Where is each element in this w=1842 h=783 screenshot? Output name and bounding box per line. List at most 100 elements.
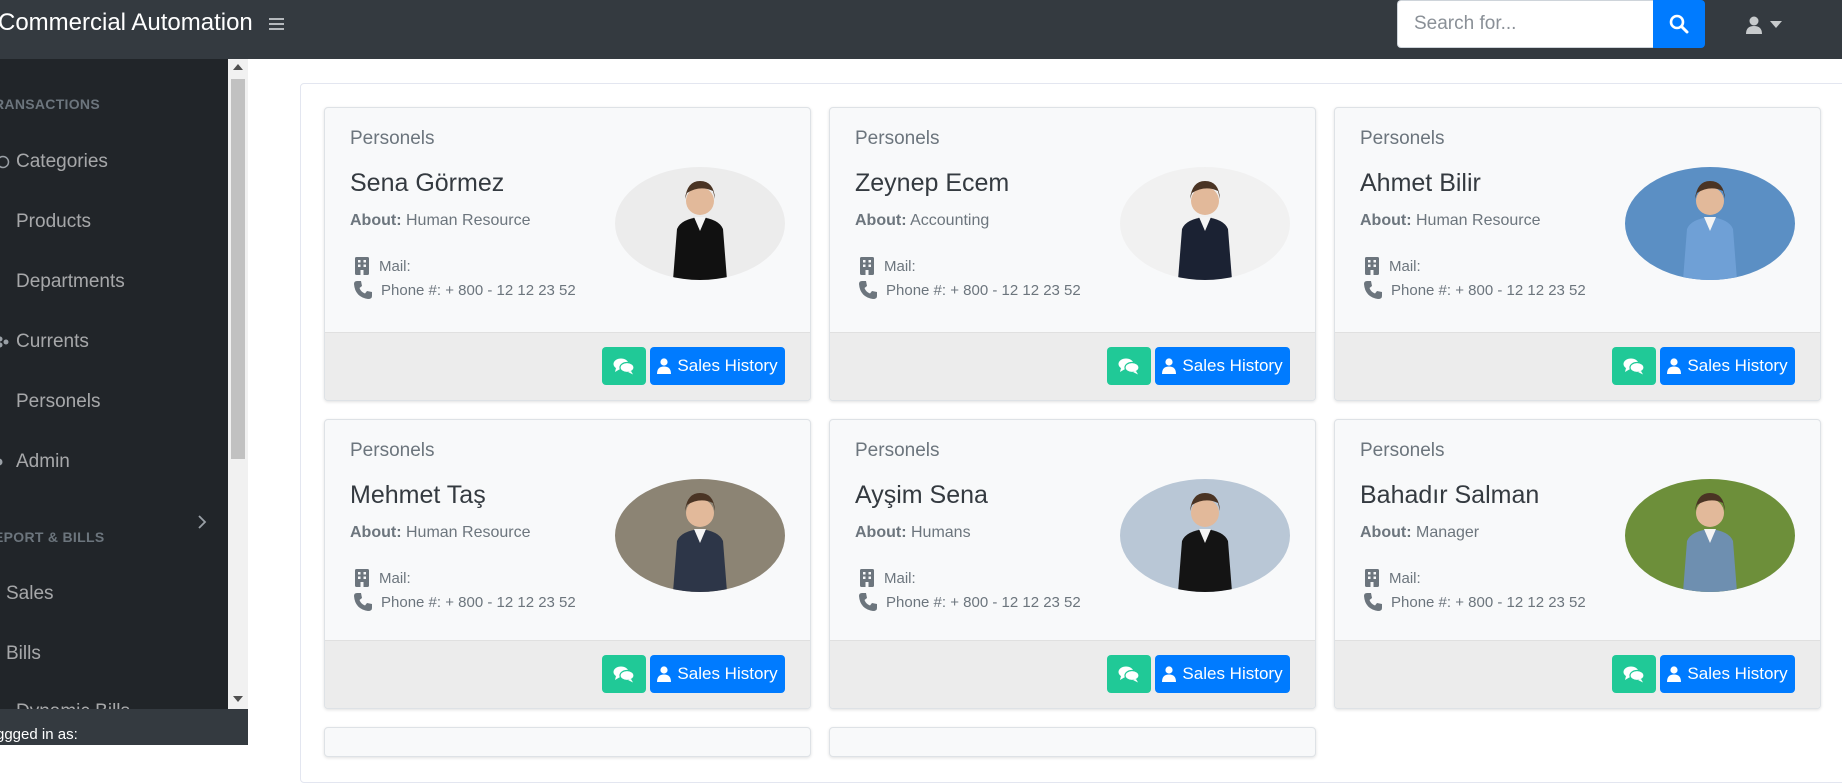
message-button[interactable] bbox=[602, 347, 646, 385]
sales-history-button[interactable]: Sales History bbox=[650, 347, 785, 385]
sidebar-menu: RANSACTIONS Categories Products Departme… bbox=[0, 59, 228, 709]
card-footer: Sales History bbox=[830, 640, 1315, 708]
sidebar-item-categories[interactable]: Categories bbox=[0, 147, 108, 177]
scroll-up-arrow-icon[interactable] bbox=[233, 64, 243, 70]
personel-card: Personels Bahadır Salman About: Manager … bbox=[1334, 419, 1821, 709]
personel-mail: Mail: bbox=[858, 256, 916, 276]
building-icon bbox=[860, 257, 874, 275]
phone-icon bbox=[1364, 281, 1382, 299]
personel-card: Personels Mehmet Taş About: Human Resour… bbox=[324, 419, 811, 709]
personel-card bbox=[324, 727, 811, 757]
building-icon bbox=[355, 257, 369, 275]
card-footer: Sales History bbox=[325, 332, 810, 400]
message-button[interactable] bbox=[1107, 655, 1151, 693]
card-section-label: Personels bbox=[855, 440, 940, 461]
building-icon bbox=[1365, 257, 1379, 275]
personel-about: About: Human Resource bbox=[350, 524, 531, 541]
sidebar-item-bills[interactable]: Bills bbox=[0, 639, 41, 669]
phone-icon bbox=[1364, 593, 1382, 611]
sidebar-item-label: Admin bbox=[16, 451, 70, 472]
personel-mail: Mail: bbox=[858, 568, 916, 588]
sidebar-item-label: Products bbox=[16, 211, 91, 232]
building-icon bbox=[1365, 569, 1379, 587]
personel-photo bbox=[615, 479, 785, 592]
user-icon bbox=[1746, 16, 1762, 34]
user-dropdown[interactable] bbox=[1744, 12, 1790, 38]
sidebar-item-currents[interactable]: Currents bbox=[0, 327, 89, 357]
personel-about: About: Manager bbox=[1360, 524, 1480, 541]
message-button[interactable] bbox=[1612, 655, 1656, 693]
sidebar-item-label: Departments bbox=[16, 271, 125, 292]
personel-about: About: Human Resource bbox=[1360, 212, 1541, 229]
sidebar-item-admin[interactable]: Admin bbox=[0, 447, 70, 477]
sidebar-item-label: Dynamic Bills bbox=[16, 701, 130, 709]
personel-about: About: Humans bbox=[855, 524, 971, 541]
personel-card: Personels Ayşim Sena About: Humans Mail:… bbox=[829, 419, 1316, 709]
user-icon bbox=[1162, 358, 1177, 374]
comments-icon bbox=[1118, 666, 1140, 683]
card-section-label: Personels bbox=[1360, 440, 1445, 461]
sidebar-scrollbar[interactable] bbox=[228, 59, 248, 709]
chevron-right-icon[interactable] bbox=[197, 515, 207, 529]
phone-icon bbox=[354, 593, 372, 611]
card-footer: Sales History bbox=[830, 332, 1315, 400]
products-icon bbox=[0, 215, 10, 229]
hamburger-menu-icon[interactable] bbox=[267, 13, 289, 35]
sidebar-footer: ggged in as: bbox=[0, 709, 248, 745]
sales-history-button[interactable]: Sales History bbox=[1155, 655, 1290, 693]
card-section-label: Personels bbox=[1360, 128, 1445, 149]
search-icon bbox=[1669, 14, 1689, 34]
scroll-down-arrow-icon[interactable] bbox=[233, 696, 243, 702]
search-button[interactable] bbox=[1653, 0, 1705, 48]
personel-mail: Mail: bbox=[1363, 256, 1421, 276]
sidebar-item-departments[interactable]: Departments bbox=[0, 267, 125, 297]
personel-card: Personels Zeynep Ecem About: Accounting … bbox=[829, 107, 1316, 401]
phone-icon bbox=[859, 593, 877, 611]
sales-history-button[interactable]: Sales History bbox=[1155, 347, 1290, 385]
comments-icon bbox=[613, 666, 635, 683]
comments-icon bbox=[613, 358, 635, 375]
caret-down-icon bbox=[1770, 21, 1782, 28]
personel-name: Mehmet Taş bbox=[350, 481, 486, 509]
card-footer: Sales History bbox=[325, 640, 810, 708]
card-footer: Sales History bbox=[1335, 332, 1820, 400]
card-section-label: Personels bbox=[855, 128, 940, 149]
sales-history-button[interactable]: Sales History bbox=[1660, 655, 1795, 693]
user-icon bbox=[1667, 358, 1682, 374]
personel-mail: Mail: bbox=[1363, 568, 1421, 588]
message-button[interactable] bbox=[602, 655, 646, 693]
personel-name: Sena Görmez bbox=[350, 169, 505, 197]
sidebar-item-label: Sales bbox=[6, 583, 54, 604]
sidebar-item-personels[interactable]: Personels bbox=[0, 387, 101, 417]
sidebar-item-label: Currents bbox=[16, 331, 89, 352]
sidebar-item-dynamic-bills[interactable]: Dynamic Bills bbox=[0, 697, 130, 709]
sidebar-item-label: Personels bbox=[16, 391, 101, 412]
personel-photo bbox=[1120, 479, 1290, 592]
personel-card: Personels Sena Görmez About: Human Resou… bbox=[324, 107, 811, 401]
comments-icon bbox=[1623, 666, 1645, 683]
scroll-thumb[interactable] bbox=[231, 79, 245, 459]
personel-card bbox=[829, 727, 1316, 757]
admin-icon bbox=[0, 458, 3, 466]
sales-history-button[interactable]: Sales History bbox=[650, 655, 785, 693]
personel-mail: Mail: bbox=[353, 256, 411, 276]
personels-icon bbox=[0, 395, 10, 409]
sales-history-button[interactable]: Sales History bbox=[1660, 347, 1795, 385]
personel-card: Personels Ahmet Bilir About: Human Resou… bbox=[1334, 107, 1821, 401]
personel-photo bbox=[615, 167, 785, 280]
search-input[interactable] bbox=[1397, 0, 1653, 48]
sidebar: RANSACTIONS Categories Products Departme… bbox=[0, 59, 228, 745]
message-button[interactable] bbox=[1612, 347, 1656, 385]
users-icon bbox=[0, 336, 9, 348]
card-section-label: Personels bbox=[350, 440, 435, 461]
sidebar-item-products[interactable]: Products bbox=[0, 207, 91, 237]
personel-phone: Phone #: + 800 - 12 12 23 52 bbox=[353, 592, 576, 612]
phone-icon bbox=[354, 281, 372, 299]
brand-title[interactable]: Commercial Automation bbox=[0, 9, 253, 37]
categories-icon bbox=[0, 155, 10, 169]
logged-in-label: ggged in as: bbox=[0, 726, 78, 743]
message-button[interactable] bbox=[1107, 347, 1151, 385]
sidebar-heading-transactions: RANSACTIONS bbox=[0, 96, 100, 112]
personel-name: Ayşim Sena bbox=[855, 481, 988, 509]
sidebar-item-sales[interactable]: Sales bbox=[0, 579, 54, 609]
